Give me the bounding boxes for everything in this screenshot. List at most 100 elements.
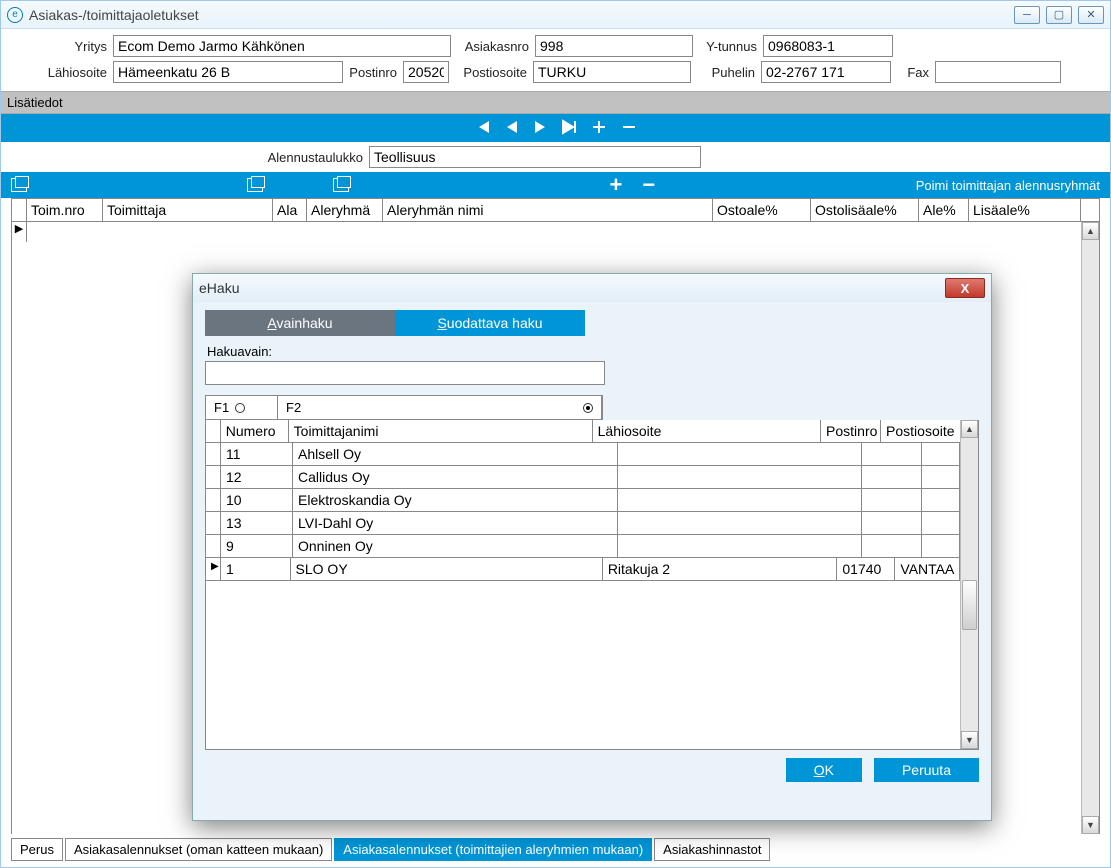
dialog-titlebar: e Haku X (193, 274, 991, 302)
poimi-link[interactable]: Poimi toimittajan alennusryhmät (916, 178, 1100, 193)
grid-scroll-thumb[interactable] (962, 580, 977, 630)
row-indicator: ▶ (12, 222, 27, 242)
lahiosoite-field[interactable] (113, 61, 343, 83)
grid-row[interactable]: 13LVI-Dahl Oy (206, 512, 978, 535)
postinro-field[interactable] (403, 61, 449, 83)
cell-nimi: LVI-Dahl Oy (293, 512, 618, 535)
th-scroll-gap (1081, 199, 1099, 221)
haku-dialog: e Haku X Avainhaku Suodattava haku Hakua… (192, 273, 992, 821)
hakuavain-label: Hakuavain: (207, 344, 979, 359)
maximize-button[interactable]: ▢ (1046, 6, 1072, 24)
puhelin-field[interactable] (761, 61, 891, 83)
ytunnus-field[interactable] (763, 35, 893, 57)
th-toimnro[interactable]: Toim.nro (27, 199, 103, 221)
grid-row[interactable]: 12Callidus Oy (206, 466, 978, 489)
delete-record-icon[interactable] (621, 119, 637, 138)
close-button[interactable]: ✕ (1078, 6, 1104, 24)
grid-scroll-up-icon[interactable]: ▲ (961, 420, 978, 438)
alennustaulukko-field[interactable] (369, 146, 701, 168)
asiakasnro-field[interactable] (535, 35, 693, 57)
puhelin-label: Puhelin (691, 65, 761, 80)
cell-postinro (862, 489, 922, 512)
postiosoite-field[interactable] (533, 61, 691, 83)
next-record-icon[interactable] (533, 119, 547, 138)
fax-field[interactable] (935, 61, 1061, 83)
cell-nimi: Callidus Oy (293, 466, 618, 489)
dialog-buttons: OK Peruuta (205, 750, 979, 782)
ytunnus-label: Y-tunnus (693, 39, 763, 54)
record-nav (1, 114, 1110, 142)
toolbar-remove-icon[interactable]: − (642, 172, 655, 198)
tab-asiakashinnastot[interactable]: Asiakashinnastot (654, 838, 770, 861)
th-ostolisaale[interactable]: Ostolisäale% (811, 199, 919, 221)
th-ala[interactable]: Ala (273, 199, 307, 221)
th-toimittaja[interactable]: Toimittaja (103, 199, 273, 221)
header-form: Yritys Asiakasnro Y-tunnus Lähiosoite Po… (1, 29, 1110, 91)
dialog-close-button[interactable]: X (945, 278, 985, 298)
cell-nimi: Elektroskandia Oy (293, 489, 618, 512)
cell-numero: 11 (221, 443, 293, 466)
radio-f1-dot (235, 403, 245, 413)
cell-postinro (862, 535, 922, 558)
gh-postinro[interactable]: Postinro (821, 420, 881, 443)
radio-f2-label: F2 (286, 400, 301, 415)
radio-f1[interactable]: F1 (206, 396, 278, 419)
bottom-tabs: Perus Asiakasalennukset (oman katteen mu… (1, 834, 1110, 867)
toolbar-window-icon-1[interactable] (11, 178, 27, 192)
toolbar-window-icon-3[interactable] (333, 178, 349, 192)
gh-toimittajanimi[interactable]: Toimittajanimi (289, 420, 593, 443)
grid-row[interactable]: 10Elektroskandia Oy (206, 489, 978, 512)
grid-scroll-down-icon[interactable]: ▼ (961, 731, 978, 749)
add-record-icon[interactable] (591, 119, 607, 138)
app-icon: e (7, 7, 23, 23)
yritys-field[interactable] (113, 35, 451, 57)
tab-asiakasalennukset-toimittajien[interactable]: Asiakasalennukset (toimittajien aleryhmi… (334, 838, 652, 861)
grid-scrollbar[interactable]: ▲ ▼ (960, 420, 978, 749)
tab-suodattava[interactable]: Suodattava haku (395, 310, 585, 336)
cancel-button[interactable]: Peruuta (874, 758, 979, 782)
minimize-button[interactable]: ─ (1014, 6, 1040, 24)
tab-avainhaku[interactable]: Avainhaku (205, 310, 395, 336)
dialog-tabs: Avainhaku Suodattava haku (205, 310, 979, 336)
hakuavain-input[interactable] (205, 361, 605, 385)
gh-lahiosoite[interactable]: Lähiosoite (593, 420, 821, 443)
dialog-body: Avainhaku Suodattava haku Hakuavain: F1 … (193, 302, 991, 820)
cell-postiosoite (922, 489, 960, 512)
scroll-up-icon[interactable]: ▲ (1082, 222, 1099, 240)
gh-postiosoite[interactable]: Postiosoite (881, 420, 960, 443)
cell-postiosoite (922, 466, 960, 489)
scroll-down-icon[interactable]: ▼ (1082, 816, 1099, 834)
th-aleryhma[interactable]: Aleryhmä (307, 199, 383, 221)
grid-row[interactable]: 9Onninen Oy (206, 535, 978, 558)
grid-toolbar: + − Poimi toimittajan alennusryhmät (1, 172, 1110, 198)
th-lisaale[interactable]: Lisäale% (969, 199, 1081, 221)
results-grid: Numero Toimittajanimi Lähiosoite Postinr… (205, 420, 979, 750)
th-ale[interactable]: Ale% (919, 199, 969, 221)
grid-row-indicator (206, 443, 221, 466)
th-aleryhman-nimi[interactable]: Aleryhmän nimi (383, 199, 713, 221)
cell-lahiosoite (618, 512, 862, 535)
asiakasnro-label: Asiakasnro (451, 39, 535, 54)
radio-f2[interactable]: F2 (278, 396, 602, 419)
radio-f2-dot (583, 403, 593, 413)
cell-postinro (862, 443, 922, 466)
ok-button[interactable]: OK (786, 758, 862, 782)
toolbar-add-icon[interactable]: + (610, 172, 623, 198)
grid-row[interactable]: 11Ahlsell Oy (206, 443, 978, 466)
cell-nimi: Ahlsell Oy (293, 443, 618, 466)
grid-row[interactable]: ▶1SLO OYRitakuja 201740VANTAA (206, 558, 978, 581)
tab-perus[interactable]: Perus (11, 838, 63, 861)
th-ostoale[interactable]: Ostoale% (713, 199, 811, 221)
cell-postinro (862, 466, 922, 489)
window-title: Asiakas-/toimittajaoletukset (29, 7, 199, 23)
tab-asiakasalennukset-oma[interactable]: Asiakasalennukset (oman katteen mukaan) (65, 838, 332, 861)
prev-record-icon[interactable] (505, 119, 519, 138)
last-record-icon[interactable] (561, 119, 577, 138)
gh-numero[interactable]: Numero (221, 420, 289, 443)
dialog-app-icon: e (199, 280, 207, 296)
toolbar-window-icon-2[interactable] (247, 178, 263, 192)
cell-postiosoite (922, 512, 960, 535)
main-scrollbar[interactable]: ▲ ▼ (1081, 222, 1099, 834)
first-record-icon[interactable] (475, 119, 491, 138)
grid-row-indicator (206, 489, 221, 512)
